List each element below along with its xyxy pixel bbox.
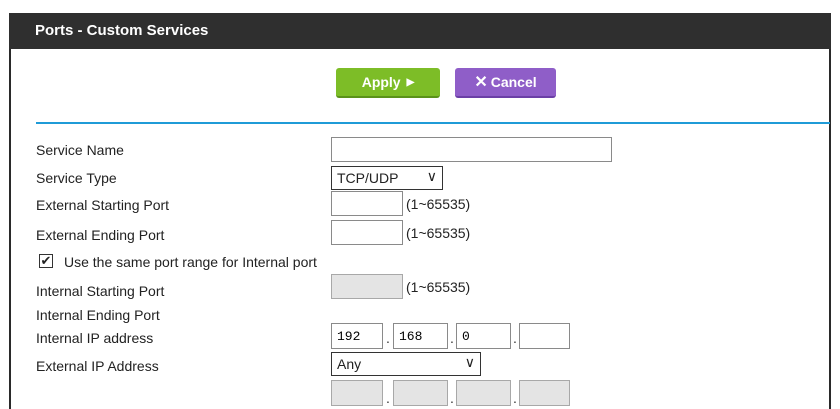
chevron-down-icon: ∨ <box>426 168 437 184</box>
service-type-select[interactable]: TCP/UDP ∨ <box>331 166 443 190</box>
ext-start-hint: (1~65535) <box>406 196 471 212</box>
external-ip-octet-4 <box>519 380 570 406</box>
play-arrow-icon: ▶ <box>406 76 415 88</box>
internal-ip-octet-4[interactable] <box>519 323 570 349</box>
internal-ip-octet-3[interactable] <box>456 323 511 349</box>
external-ip-octet-3 <box>456 380 511 406</box>
cancel-label: Cancel <box>490 74 537 90</box>
internal-ip-octet-2[interactable] <box>393 323 448 349</box>
external-ip-octet-2 <box>393 380 448 406</box>
ext-end-hint: (1~65535) <box>406 225 471 241</box>
internal-ip-label: Internal IP address <box>36 330 154 346</box>
int-start-input <box>331 274 403 299</box>
section-divider <box>36 122 830 124</box>
ip-dot: . <box>450 390 454 406</box>
int-start-hint: (1~65535) <box>406 279 471 295</box>
ip-dot: . <box>386 330 390 346</box>
external-ip-label: External IP Address <box>36 358 159 374</box>
same-range-checkbox[interactable]: ✔ <box>39 254 53 268</box>
ip-dot: . <box>386 390 390 406</box>
service-type-label: Service Type <box>36 170 117 186</box>
int-end-label: Internal Ending Port <box>36 307 160 323</box>
chevron-down-icon: ∨ <box>464 354 475 370</box>
apply-label: Apply <box>361 74 401 90</box>
ext-end-label: External Ending Port <box>36 227 165 243</box>
internal-ip-octet-1[interactable] <box>331 323 383 349</box>
ext-end-input[interactable] <box>331 220 403 245</box>
checkmark-icon: ✔ <box>40 253 52 268</box>
service-type-value: TCP/UDP <box>337 170 399 186</box>
service-name-label: Service Name <box>36 142 124 158</box>
page-title: Ports - Custom Services <box>9 13 831 49</box>
ip-dot: . <box>513 390 517 406</box>
cancel-button[interactable]: ✕ Cancel <box>455 68 556 98</box>
service-name-input[interactable] <box>331 137 612 162</box>
external-ip-value: Any <box>337 356 362 372</box>
apply-button[interactable]: Apply ▶ <box>336 68 440 98</box>
ip-dot: . <box>513 330 517 346</box>
ext-start-label: External Starting Port <box>36 197 170 213</box>
int-start-label: Internal Starting Port <box>36 283 165 299</box>
x-icon: ✕ <box>474 74 488 91</box>
external-ip-octet-1 <box>331 380 383 406</box>
ext-start-input[interactable] <box>331 191 403 216</box>
same-range-label: Use the same port range for Internal por… <box>64 254 317 270</box>
external-ip-select[interactable]: Any ∨ <box>331 352 481 376</box>
ip-dot: . <box>450 330 454 346</box>
